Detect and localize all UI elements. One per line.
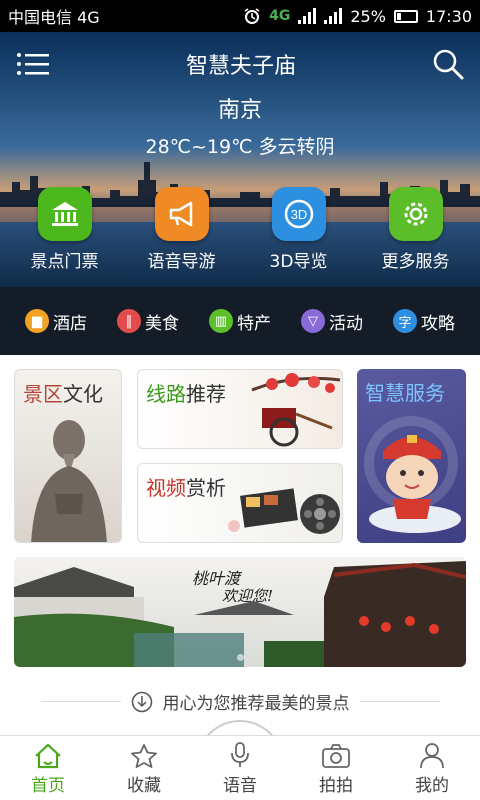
network-4g-label: 4G bbox=[269, 8, 291, 24]
card-scenic-culture[interactable]: 景区文化 bbox=[14, 369, 122, 543]
feature-audio-guide[interactable]: 语音导游 bbox=[127, 187, 237, 272]
nav-home-label: 首页 bbox=[31, 776, 65, 796]
home-icon bbox=[35, 743, 61, 769]
weather-info: 28℃~19℃ 多云转阴 bbox=[145, 136, 335, 158]
content-area: 景区文化 线路推荐 视频赏析 智慧服务 桃叶渡 欢迎您! 用心为您推荐最美的景点 bbox=[0, 355, 480, 735]
hotel-icon: ▆ bbox=[25, 309, 49, 333]
card-route-recommend-title: 线路推荐 bbox=[146, 382, 226, 406]
bottom-navigation: 首页 收藏 语音 拍拍 我的 bbox=[0, 735, 480, 800]
mascot-image bbox=[364, 416, 461, 533]
menu-icon[interactable] bbox=[16, 51, 50, 77]
nav-profile[interactable]: 我的 bbox=[384, 741, 480, 796]
microphone-icon bbox=[231, 742, 249, 767]
gift-icon: ▥ bbox=[209, 309, 233, 333]
nav-camera[interactable]: 拍拍 bbox=[288, 743, 384, 796]
film-reel-image bbox=[228, 488, 340, 534]
feature-more-services[interactable]: 更多服务 bbox=[361, 187, 471, 272]
status-bar: 中国电信 4G 4G 25% 17:30 bbox=[0, 0, 480, 32]
recommend-section: 用心为您推荐最美的景点 bbox=[0, 689, 480, 714]
hero-banner: 智慧夫子庙 南京 28℃~19℃ 多云转阴 景点门票 语音导游 3D 3D导览 bbox=[0, 32, 480, 287]
nav-profile-label: 我的 bbox=[415, 776, 449, 796]
city-name: 南京 bbox=[217, 98, 262, 123]
nav-camera-label: 拍拍 bbox=[319, 776, 353, 796]
category-guide[interactable]: 字 攻略 bbox=[393, 309, 455, 334]
guide-icon: 字 bbox=[393, 309, 417, 333]
divider bbox=[40, 701, 121, 702]
pager-dot bbox=[236, 654, 244, 661]
feature-tickets-label: 景点门票 bbox=[30, 252, 99, 272]
divider bbox=[359, 701, 440, 702]
clock: 17:30 bbox=[425, 6, 472, 26]
svg-text:3D: 3D bbox=[290, 207, 307, 222]
recommend-text: 用心为您推荐最美的景点 bbox=[162, 694, 350, 714]
category-hotel-label: 酒店 bbox=[53, 313, 87, 334]
feature-tickets-button[interactable] bbox=[37, 187, 92, 241]
feature-more-services-label: 更多服务 bbox=[381, 252, 450, 272]
search-icon[interactable] bbox=[432, 48, 464, 80]
camera-icon bbox=[322, 744, 350, 768]
feature-more-services-button[interactable] bbox=[388, 187, 443, 241]
signal2-icon bbox=[324, 8, 343, 24]
megaphone-icon bbox=[169, 201, 192, 227]
banner-caption-2: 欢迎您! bbox=[222, 587, 274, 605]
feature-tickets[interactable]: 景点门票 bbox=[10, 187, 120, 272]
nav-favorites[interactable]: 收藏 bbox=[96, 743, 192, 796]
banner-pager bbox=[14, 654, 466, 661]
card-smart-service[interactable]: 智慧服务 bbox=[357, 369, 466, 543]
ticket-building-icon bbox=[51, 202, 78, 226]
feature-3d-tour[interactable]: 3D 3D导览 bbox=[244, 187, 354, 272]
category-hotel[interactable]: ▆ 酒店 bbox=[25, 309, 87, 334]
activity-icon: ▽ bbox=[301, 309, 325, 333]
card-video-appreciation-title: 视频赏析 bbox=[146, 476, 226, 500]
category-food-label: 美食 bbox=[145, 313, 179, 334]
feature-audio-guide-label: 语音导游 bbox=[147, 252, 216, 272]
carrier-label: 中国电信 4G bbox=[8, 8, 100, 27]
nav-voice[interactable]: 语音 bbox=[192, 741, 288, 796]
category-activity[interactable]: ▽ 活动 bbox=[301, 309, 363, 334]
alarm-icon bbox=[244, 8, 260, 24]
category-guide-label: 攻略 bbox=[421, 313, 455, 334]
feature-buttons: 景点门票 语音导游 3D 3D导览 更多服务 bbox=[0, 187, 480, 272]
card-route-recommend[interactable]: 线路推荐 bbox=[137, 369, 343, 449]
category-specialty[interactable]: ▥ 特产 bbox=[209, 309, 271, 334]
user-icon bbox=[420, 743, 444, 769]
category-strip: ▆ 酒店 ‖ 美食 ▥ 特产 ▽ 活动 字 攻略 bbox=[0, 287, 480, 355]
star-icon bbox=[131, 744, 157, 768]
confucius-statue-image bbox=[31, 420, 107, 542]
top-bar: 智慧夫子庙 bbox=[0, 32, 480, 96]
category-specialty-label: 特产 bbox=[237, 313, 271, 334]
page-title: 智慧夫子庙 bbox=[185, 54, 296, 79]
food-icon: ‖ bbox=[117, 309, 141, 333]
gear-icon bbox=[404, 202, 427, 226]
battery-percent: 25% bbox=[350, 6, 386, 26]
category-activity-label: 活动 bbox=[329, 313, 363, 334]
promo-banner[interactable]: 桃叶渡 欢迎您! bbox=[14, 557, 466, 667]
feature-3d-tour-label: 3D导览 bbox=[269, 252, 328, 272]
card-video-appreciation[interactable]: 视频赏析 bbox=[137, 463, 343, 543]
battery-icon bbox=[393, 9, 418, 23]
down-arrow-circle-icon bbox=[131, 691, 152, 712]
status-icons: 4G 25% 17:30 bbox=[243, 7, 472, 26]
card-smart-service-title: 智慧服务 bbox=[365, 381, 445, 405]
category-food[interactable]: ‖ 美食 bbox=[117, 309, 179, 334]
plum-blossom-rickshaw-image bbox=[251, 373, 341, 447]
3d-icon: 3D bbox=[284, 199, 313, 229]
feature-audio-guide-button[interactable] bbox=[154, 187, 209, 241]
nav-voice-label: 语音 bbox=[223, 776, 257, 796]
nav-home[interactable]: 首页 bbox=[0, 743, 96, 796]
signal-icon bbox=[298, 8, 317, 24]
feature-3d-tour-button[interactable]: 3D bbox=[271, 187, 326, 241]
card-scenic-culture-title: 景区文化 bbox=[23, 382, 103, 406]
nav-favorites-label: 收藏 bbox=[127, 776, 161, 796]
